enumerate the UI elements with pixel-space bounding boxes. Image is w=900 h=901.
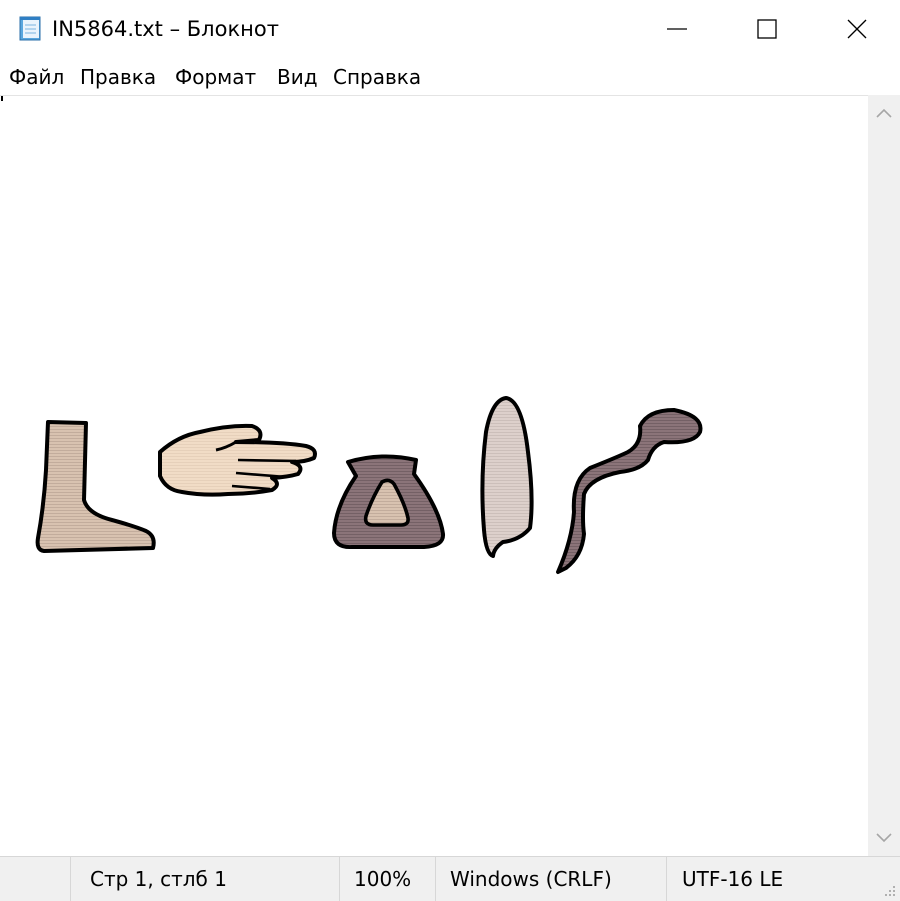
cobra-glyph-icon: [556, 408, 703, 574]
scroll-up-button[interactable]: [868, 95, 900, 131]
status-bar: Стр 1, стлб 1 100% Windows (CRLF) UTF-16…: [0, 856, 900, 901]
cursor-position: Стр 1, стлб 1: [90, 867, 227, 891]
encoding: UTF-16 LE: [682, 867, 784, 891]
foot-glyph-icon: [35, 420, 156, 553]
notepad-icon: [19, 16, 41, 41]
window-title: IN5864.txt – Блокнот: [52, 17, 279, 41]
status-divider: [435, 857, 436, 901]
menu-bar: Файл Правка Формат Вид Справка: [0, 60, 900, 94]
chevron-down-icon: [876, 833, 892, 843]
line-endings: Windows (CRLF): [450, 867, 612, 891]
scroll-down-button[interactable]: [868, 820, 900, 856]
close-icon: [847, 19, 867, 39]
minimize-icon: [667, 28, 687, 30]
status-divider: [70, 857, 71, 901]
maximize-icon: [757, 19, 777, 39]
minimize-button[interactable]: [632, 0, 722, 58]
status-divider: [339, 857, 340, 901]
hand-glyph-icon: [158, 423, 317, 497]
text-caret: [1, 96, 3, 101]
title-bar[interactable]: IN5864.txt – Блокнот: [0, 0, 900, 58]
vertical-scrollbar[interactable]: [868, 95, 900, 856]
menu-format[interactable]: Формат: [175, 63, 256, 91]
close-button[interactable]: [812, 0, 900, 58]
menu-file[interactable]: Файл: [9, 63, 64, 91]
menu-edit[interactable]: Правка: [80, 63, 156, 91]
chevron-up-icon: [876, 108, 892, 118]
pot-glyph-icon: [332, 454, 446, 550]
menu-view[interactable]: Вид: [277, 63, 318, 91]
maximize-button[interactable]: [722, 0, 812, 58]
hieroglyph-text: [35, 396, 703, 574]
menu-help[interactable]: Справка: [333, 63, 421, 91]
zoom-level: 100%: [354, 867, 412, 891]
status-divider: [666, 857, 667, 901]
reed-leaf-glyph-icon: [480, 396, 534, 558]
resize-grip-icon[interactable]: [882, 883, 896, 897]
